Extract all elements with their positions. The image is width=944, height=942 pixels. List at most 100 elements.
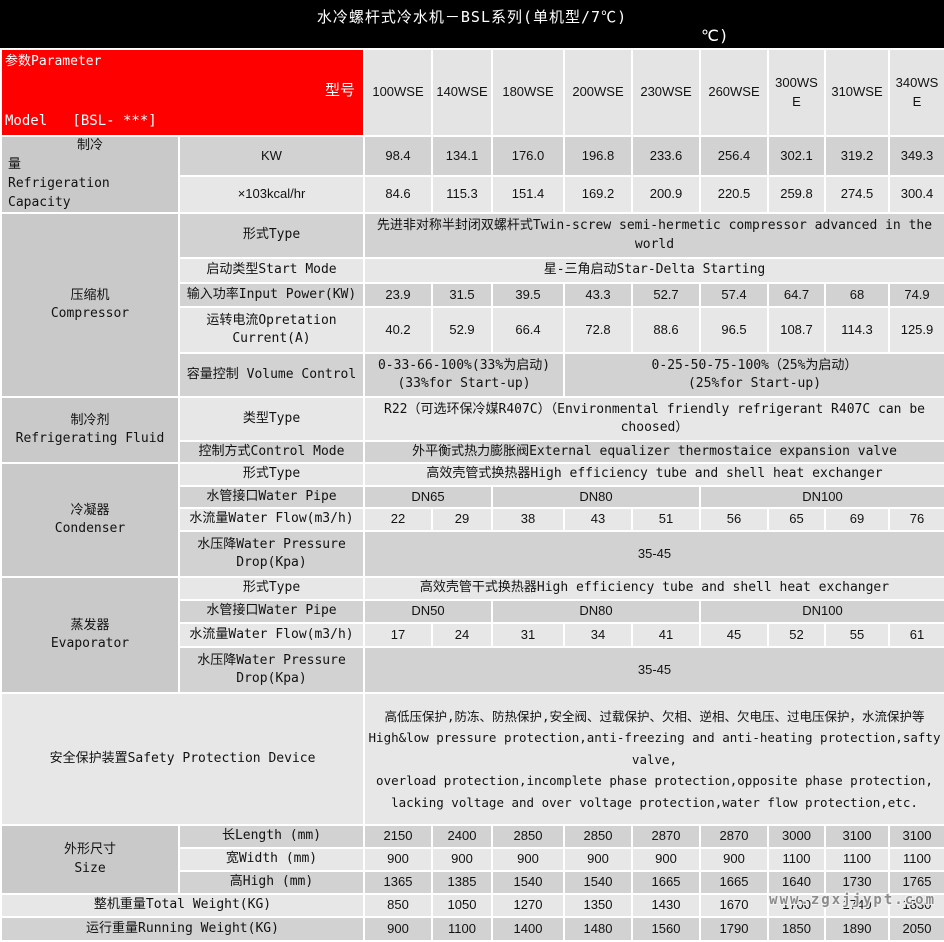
refrigeration-kcal-value-4: 200.9 [632,176,700,214]
row-running-weight: 运行重量Running Weight(KG)900110014001480156… [1,917,944,941]
refrigeration-kw-value-4: 233.6 [632,136,700,176]
spec-sheet: 水冷螺杆式冷水机－BSL系列(单机型/7℃) ℃) 参数Parameter 型号 M… [0,0,944,942]
model-type-label: 型号 [2,80,363,102]
total-weight-value-3: 1350 [564,894,632,917]
running-weight-value-5: 1790 [700,917,768,941]
refrigeration-kw-value-2: 176.0 [492,136,564,176]
start-mode-value-0: 星-三角启动Star-Delta Starting [364,258,944,283]
input-power-value-0: 23.9 [364,283,432,307]
condenser-water-flow-value-2: 38 [492,508,564,531]
row-safety-protection: 安全保护装置Safety Protection Device高低压保护,防冻、防… [1,693,944,825]
model-header-300wse: 300WSE [768,49,825,136]
operation-current-value-8: 125.9 [889,307,944,353]
size-length-label: 长Length (mm) [179,825,364,848]
size-high-value-8: 1765 [889,871,944,894]
category-refrigerating-fluid-line-0: 制冷剂 [4,412,176,431]
condenser-water-flow-label: 水流量Water Flow(m3/h) [179,508,364,531]
evaporator-type-label: 形式Type [179,577,364,600]
refrigerant-type-label: 类型Type [179,397,364,441]
condenser-pressure-drop-value-0: 35-45 [364,531,944,577]
size-high-value-7: 1730 [825,871,889,894]
refrigeration-kw-value-8: 349.3 [889,136,944,176]
model-header-100wse: 100WSE [364,49,432,136]
refrigeration-kw-value-5: 256.4 [700,136,768,176]
safety-protection-label: 安全保护装置Safety Protection Device [1,693,364,825]
evaporator-water-pipe-label: 水管接口Water Pipe [179,600,364,623]
condenser-type-label: 形式Type [179,463,364,486]
condenser-water-pipe-value-2: DN100 [700,486,944,508]
page-title-overflow: ℃) [701,26,729,45]
category-evaporator-line-0: 蒸发器 [4,617,176,636]
start-mode-label: 启动类型Start Mode [179,258,364,283]
model-header-230wse: 230WSE [632,49,700,136]
title-bar: 水冷螺杆式冷水机－BSL系列(单机型/7℃) ℃) [0,0,944,48]
evaporator-water-pipe-value-2: DN100 [700,600,944,623]
model-selector-cell: 参数Parameter 型号 Model [BSL- ***] [1,49,364,136]
size-high-value-2: 1540 [492,871,564,894]
row-size-length: 外形尺寸Size长Length (mm)21502400285028502870… [1,825,944,848]
size-length-value-2: 2850 [492,825,564,848]
refrigeration-kw-value-3: 196.8 [564,136,632,176]
spec-table: 参数Parameter 型号 Model [BSL- ***]100WSE140WS… [0,48,944,942]
refrigeration-kw-value-6: 302.1 [768,136,825,176]
row-evaporator-type: 蒸发器Evaporator形式Type高效壳管干式换热器High efficie… [1,577,944,600]
category-evaporator: 蒸发器Evaporator [1,577,179,693]
condenser-pressure-drop-label: 水压降Water Pressure Drop(Kpa) [179,531,364,577]
model-header-140wse: 140WSE [432,49,492,136]
running-weight-value-6: 1850 [768,917,825,941]
evaporator-water-flow-value-6: 52 [768,623,825,647]
condenser-water-flow-value-1: 29 [432,508,492,531]
safety-protection-value-0: 高低压保护,防冻、防热保护,安全阀、过载保护、欠相、逆相、欠电压、过电压保护，水… [364,693,944,825]
condenser-water-flow-value-5: 56 [700,508,768,531]
size-length-value-7: 3100 [825,825,889,848]
operation-current-value-0: 40.2 [364,307,432,353]
size-high-value-3: 1540 [564,871,632,894]
input-power-value-2: 39.5 [492,283,564,307]
category-compressor-line-1: Compressor [4,305,176,324]
category-condenser: 冷凝器Condenser [1,463,179,577]
operation-current-value-1: 52.9 [432,307,492,353]
refrigeration-kw-value-1: 134.1 [432,136,492,176]
total-weight-value-0: 850 [364,894,432,917]
row-refrigeration-kw: 制冷量Refrigeration CapacityKW98.4134.1176.… [1,136,944,176]
category-size: 外形尺寸Size [1,825,179,894]
running-weight-label: 运行重量Running Weight(KG) [1,917,364,941]
category-refrigerating-fluid: 制冷剂Refrigerating Fluid [1,397,179,463]
size-high-value-4: 1665 [632,871,700,894]
size-high-value-6: 1640 [768,871,825,894]
evaporator-water-flow-value-3: 34 [564,623,632,647]
size-width-value-2: 900 [492,848,564,871]
input-power-label: 输入功率Input Power(KW) [179,283,364,307]
size-high-label: 高High (mm) [179,871,364,894]
input-power-value-1: 31.5 [432,283,492,307]
size-high-value-0: 1365 [364,871,432,894]
category-condenser-line-1: Condenser [4,520,176,539]
category-evaporator-line-1: Evaporator [4,635,176,654]
refrigeration-kcal-value-8: 300.4 [889,176,944,214]
refrigeration-kcal-value-2: 151.4 [492,176,564,214]
operation-current-value-6: 108.7 [768,307,825,353]
operation-current-value-3: 72.8 [564,307,632,353]
running-weight-value-3: 1480 [564,917,632,941]
size-width-value-5: 900 [700,848,768,871]
volume-control-label: 容量控制 Volume Control [179,353,364,397]
condenser-water-flow-value-4: 51 [632,508,700,531]
size-width-value-3: 900 [564,848,632,871]
evaporator-water-flow-value-7: 55 [825,623,889,647]
size-high-value-1: 1385 [432,871,492,894]
size-length-value-4: 2870 [632,825,700,848]
size-length-value-5: 2870 [700,825,768,848]
compressor-type-value-0: 先进非对称半封闭双螺杆式Twin-screw semi-hermetic com… [364,213,944,258]
input-power-value-7: 68 [825,283,889,307]
total-weight-value-2: 1270 [492,894,564,917]
evaporator-water-flow-value-2: 31 [492,623,564,647]
running-weight-value-0: 900 [364,917,432,941]
refrigeration-kw-value-0: 98.4 [364,136,432,176]
size-width-value-1: 900 [432,848,492,871]
evaporator-water-pipe-value-0: DN50 [364,600,492,623]
refrigeration-kcal-value-5: 220.5 [700,176,768,214]
running-weight-value-8: 2050 [889,917,944,941]
parameter-label: 参数Parameter [2,50,363,72]
model-series-label: Model [BSL- ***] [2,111,363,135]
running-weight-value-1: 1100 [432,917,492,941]
